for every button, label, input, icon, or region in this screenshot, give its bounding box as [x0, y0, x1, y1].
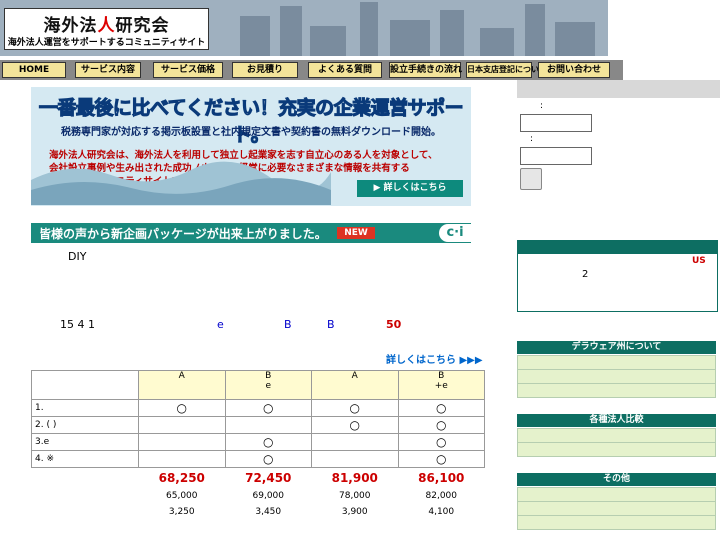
- price-table: A Be A B +e 1. ○ ○ ○ ○ 2. ( ) ○ ○ 3.e ○ ○…: [31, 370, 485, 520]
- news-header: [518, 241, 717, 254]
- mark-cell: ○: [397, 433, 485, 451]
- base-cell: 78,000: [339, 491, 371, 501]
- mark-cell: ○: [138, 399, 226, 417]
- new-package-strip[interactable]: 皆様の声から新企画パッケージが出来上がりました。 NEW c·i: [31, 223, 471, 243]
- col-header-2: Be: [224, 370, 312, 400]
- banner-headline: 一番最後に比べてください！充実の企業運営サポート。: [38, 97, 464, 147]
- row-label: 4. ※: [31, 450, 139, 468]
- mark-cell: [311, 450, 399, 468]
- login-id-input[interactable]: [520, 114, 592, 132]
- diy-text: DIY: [68, 250, 87, 263]
- mark-cell: ○: [224, 433, 312, 451]
- tax-cell: 3,450: [255, 507, 282, 517]
- strip-text: 皆様の声から新企画パッケージが出来上がりました。: [39, 227, 327, 241]
- price-cell: 81,900: [331, 471, 378, 485]
- price-cell: 86,100: [418, 471, 465, 485]
- nav-price[interactable]: サービス価格: [153, 62, 223, 78]
- list-item[interactable]: [517, 355, 716, 370]
- table-row: 3.e ○ ○: [31, 433, 485, 451]
- banner-more-button[interactable]: ▶ 詳しくはこちら: [357, 180, 463, 197]
- nav-faq[interactable]: よくある質問: [308, 62, 382, 78]
- discount-text: 50: [386, 318, 402, 331]
- date-text: 15 4 1: [60, 318, 95, 331]
- banner-subtitle: 税務専門家が対応する掲示板設置と社内規定文書や契約書の無料ダウンロード開始。: [61, 127, 441, 138]
- tax-cell: 3,250: [168, 507, 195, 517]
- login-id-label: :: [540, 101, 544, 111]
- nav-estimate[interactable]: お見積り: [232, 62, 298, 78]
- list-item[interactable]: [517, 428, 716, 443]
- ci-logo-icon: c·i: [439, 224, 471, 242]
- row-label: 3.e: [31, 433, 139, 451]
- section-delaware[interactable]: デラウェア州について: [517, 341, 716, 354]
- mark-cell: [311, 433, 399, 451]
- list-item[interactable]: [517, 442, 716, 457]
- table-header-row: A Be A B +e: [31, 370, 485, 400]
- banner-wave-image: [31, 161, 331, 205]
- list-item[interactable]: [517, 515, 716, 530]
- base-price-row: 65,000 69,000 78,000 82,000: [32, 488, 485, 504]
- col-header-1: A: [138, 370, 226, 400]
- col-header-3: A: [311, 370, 399, 400]
- nav-service[interactable]: サービス内容: [75, 62, 141, 78]
- table-row: 1. ○ ○ ○ ○: [31, 399, 485, 417]
- plan-b2-text: B: [327, 318, 335, 331]
- table-row: 4. ※ ○ ○: [31, 450, 485, 468]
- new-badge: NEW: [337, 227, 375, 239]
- mark-cell: ○: [397, 450, 485, 468]
- section-comparison[interactable]: 各種法人比較: [517, 414, 716, 427]
- price-cell: 68,250: [158, 471, 205, 485]
- list-item[interactable]: [517, 501, 716, 516]
- more-link[interactable]: 詳しくはこちら ▶▶▶: [386, 351, 483, 366]
- mark-cell: ○: [311, 416, 399, 434]
- mark-cell: [224, 416, 312, 434]
- nav-branch[interactable]: 日本支店登記について: [466, 62, 547, 78]
- base-cell: 65,000: [166, 491, 198, 501]
- nav-home[interactable]: HOME: [2, 62, 66, 78]
- table-row: 2. ( ) ○ ○: [31, 416, 485, 434]
- tax-row: 3,250 3,450 3,900 4,100: [32, 504, 485, 520]
- list-item[interactable]: [517, 369, 716, 384]
- row-label: 2. ( ): [31, 416, 139, 434]
- plan-b-text: B: [284, 318, 292, 331]
- price-cell: 72,450: [245, 471, 292, 485]
- col-header-4: B +e: [397, 370, 485, 400]
- mark-cell: ○: [224, 450, 312, 468]
- tax-cell: 3,900: [341, 507, 368, 517]
- mark-cell: ○: [224, 399, 312, 417]
- price-row: 68,250 72,450 81,900 86,100: [32, 468, 485, 489]
- mark-cell: ○: [397, 416, 485, 434]
- base-cell: 69,000: [252, 491, 285, 501]
- list-item[interactable]: [517, 487, 716, 502]
- news-us-text[interactable]: US: [692, 256, 706, 266]
- tax-cell: 4,100: [428, 507, 455, 517]
- mark-cell: ○: [311, 399, 399, 417]
- news-count: 2: [582, 269, 589, 280]
- table-corner: [31, 370, 139, 400]
- nav-procedure[interactable]: 設立手続きの流れ: [389, 62, 462, 78]
- nav-contact[interactable]: お問い合わせ: [538, 62, 610, 78]
- list-item[interactable]: [517, 383, 716, 398]
- row-label: 1.: [31, 399, 139, 417]
- plan-e-text: e: [217, 318, 224, 331]
- news-box: US 2: [517, 240, 718, 312]
- mark-cell: ○: [397, 399, 485, 417]
- login-password-input[interactable]: [520, 147, 592, 165]
- mark-cell: [138, 450, 226, 468]
- login-pass-label: :: [530, 134, 534, 144]
- login-header: [517, 80, 720, 98]
- logo-subtitle: 海外法人運営をサポートするコミュニティサイト: [7, 38, 206, 48]
- base-cell: 82,000: [425, 491, 458, 501]
- login-button[interactable]: [520, 168, 542, 190]
- mark-cell: [138, 433, 226, 451]
- section-other[interactable]: その他: [517, 473, 716, 486]
- logo-title: 海外法人研究会: [43, 16, 170, 36]
- mark-cell: [138, 416, 226, 434]
- site-logo[interactable]: 海外法人研究会 海外法人運営をサポートするコミュニティサイト: [4, 8, 209, 50]
